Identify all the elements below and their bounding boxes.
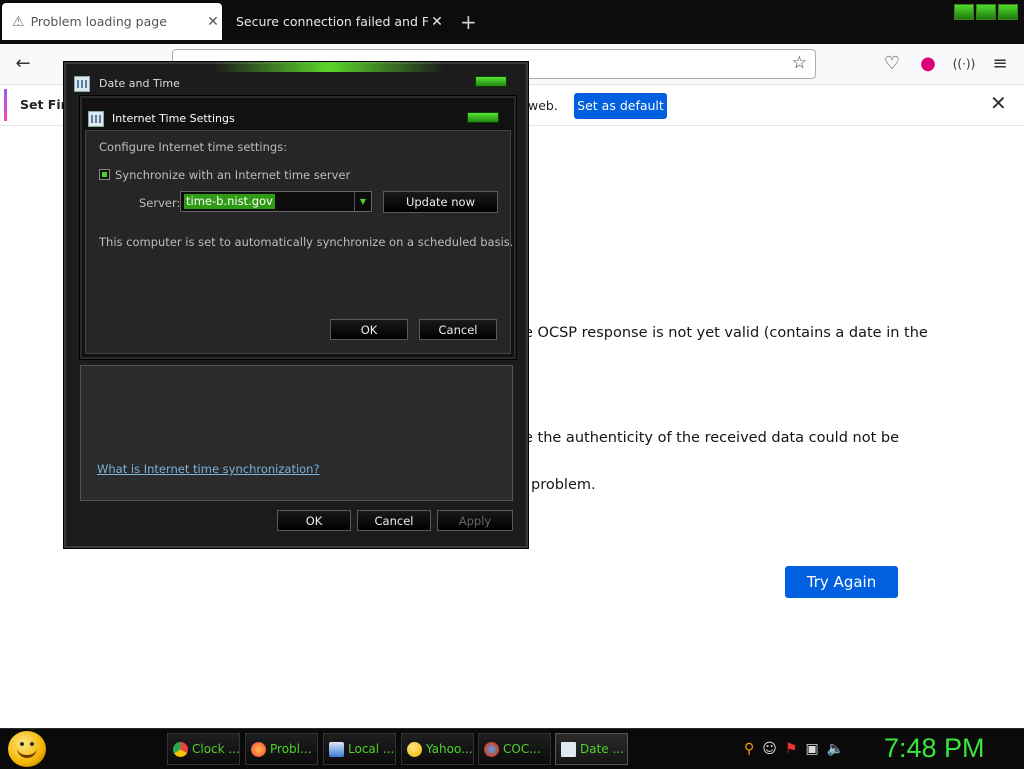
extension-icon[interactable]: ((·)) (951, 52, 977, 76)
taskbar-item-label: Local ... (348, 742, 395, 756)
taskbar-item-label: Yahoo... (426, 742, 473, 756)
internet-time-settings-dialog: Internet Time Settings Configure Interne… (79, 95, 517, 360)
pocket-icon[interactable]: ♡ (879, 52, 905, 76)
taskbar-clock[interactable]: 7:48 PM (884, 733, 985, 764)
new-tab-button[interactable]: + (460, 10, 477, 34)
firefox-icon (251, 741, 266, 757)
close-dialog-button[interactable] (475, 76, 507, 87)
search-icon[interactable]: ⚲ (744, 741, 754, 757)
server-value[interactable]: time-b.nist.gov (184, 194, 275, 209)
update-now-button[interactable]: Update now (383, 191, 498, 213)
chrome-icon (173, 741, 188, 757)
sync-checkbox[interactable] (99, 169, 110, 180)
cancel-button[interactable]: Cancel (357, 510, 431, 531)
smiley-icon (407, 741, 422, 757)
taskbar-item-yahoo[interactable]: Yahoo... (401, 733, 474, 765)
taskbar-item-label: COC... (503, 742, 541, 756)
dialog-body: What is Internet time synchronization? (80, 365, 513, 501)
taskbar-item-label: Probl... (270, 742, 312, 756)
action-center-flag-icon[interactable]: ⚑ (785, 741, 798, 757)
cancel-button[interactable]: Cancel (419, 319, 497, 340)
menu-icon[interactable]: ≡ (987, 52, 1013, 76)
apply-button: Apply (437, 510, 513, 531)
dialog-title: Date and Time (99, 77, 180, 90)
calendar-icon (88, 111, 104, 127)
error-text-line: e the authenticity of the received data … (524, 430, 900, 446)
close-tab-icon[interactable]: ✕ (204, 14, 222, 30)
try-again-button[interactable]: Try Again (785, 566, 898, 598)
notification-text-end: web. (528, 98, 558, 113)
help-link[interactable]: What is Internet time synchronization? (97, 462, 320, 476)
taskbar-item-coc[interactable]: COC... (478, 733, 551, 765)
taskbar-item-firefox[interactable]: Probl... (245, 733, 318, 765)
taskbar-item-date-time[interactable]: Date ... (555, 733, 628, 765)
tab-problem-loading[interactable]: ⚠ Problem loading page ✕ (2, 3, 222, 40)
start-button[interactable] (8, 731, 46, 767)
maximize-button[interactable] (976, 4, 996, 20)
chevron-down-icon[interactable]: ▼ (354, 192, 371, 211)
warning-icon: ⚠ (12, 13, 25, 30)
taskbar-item-label: Date ... (580, 742, 624, 756)
close-dialog-button[interactable] (467, 112, 499, 123)
calendar-icon (561, 741, 576, 757)
dialog-title: Internet Time Settings (112, 112, 235, 125)
close-notification-icon[interactable]: ✕ (990, 91, 1007, 115)
taskbar-item-local[interactable]: Local ... (323, 733, 396, 765)
window-controls (954, 4, 1018, 20)
smiley-mouth (17, 747, 37, 758)
volume-icon[interactable]: 🔈 (827, 741, 844, 757)
messenger-icon[interactable]: ☺ (762, 741, 777, 757)
titlebar-glow (214, 62, 444, 72)
taskbar-item-label: Clock ... (192, 742, 240, 756)
browser-icon (484, 741, 499, 757)
sync-checkbox-label[interactable]: Synchronize with an Internet time server (115, 168, 350, 182)
sync-status-text: This computer is set to automatically sy… (99, 235, 514, 249)
minimize-button[interactable] (954, 4, 974, 20)
taskbar: Clock ... Probl... Local ... Yahoo... CO… (0, 728, 1024, 769)
tab-label: Secure connection failed and Firefo (236, 14, 428, 29)
calendar-icon (74, 76, 90, 92)
tab-secure-connection[interactable]: Secure connection failed and Firefo ✕ (226, 3, 446, 40)
ok-button[interactable]: OK (277, 510, 351, 531)
close-window-button[interactable] (998, 4, 1018, 20)
tab-label: Problem loading page (30, 14, 167, 29)
network-icon (329, 741, 344, 757)
configure-label: Configure Internet time settings: (99, 140, 288, 154)
back-arrow-icon[interactable]: ← (10, 52, 36, 76)
server-combobox[interactable]: time-b.nist.gov ▼ (180, 191, 372, 212)
taskbar-item-clock[interactable]: Clock ... (167, 733, 240, 765)
ok-button[interactable]: OK (330, 319, 408, 340)
error-text-line: problem. (531, 477, 596, 493)
tab-strip: ⚠ Problem loading page ✕ Secure connecti… (0, 0, 1024, 44)
server-label: Server: (139, 196, 181, 210)
system-tray: ⚲ ☺ ⚑ ▣ 🔈 (744, 741, 844, 757)
error-text-line: e OCSP response is not yet valid (contai… (524, 325, 928, 341)
bookmark-star-icon[interactable]: ☆ (792, 53, 807, 73)
smiley-eyes (20, 742, 34, 746)
set-as-default-button[interactable]: Set as default (574, 93, 667, 119)
close-tab-icon[interactable]: ✕ (428, 14, 446, 30)
account-icon[interactable]: ● (915, 52, 941, 76)
network-tray-icon[interactable]: ▣ (805, 741, 818, 757)
notification-accent (4, 89, 7, 121)
